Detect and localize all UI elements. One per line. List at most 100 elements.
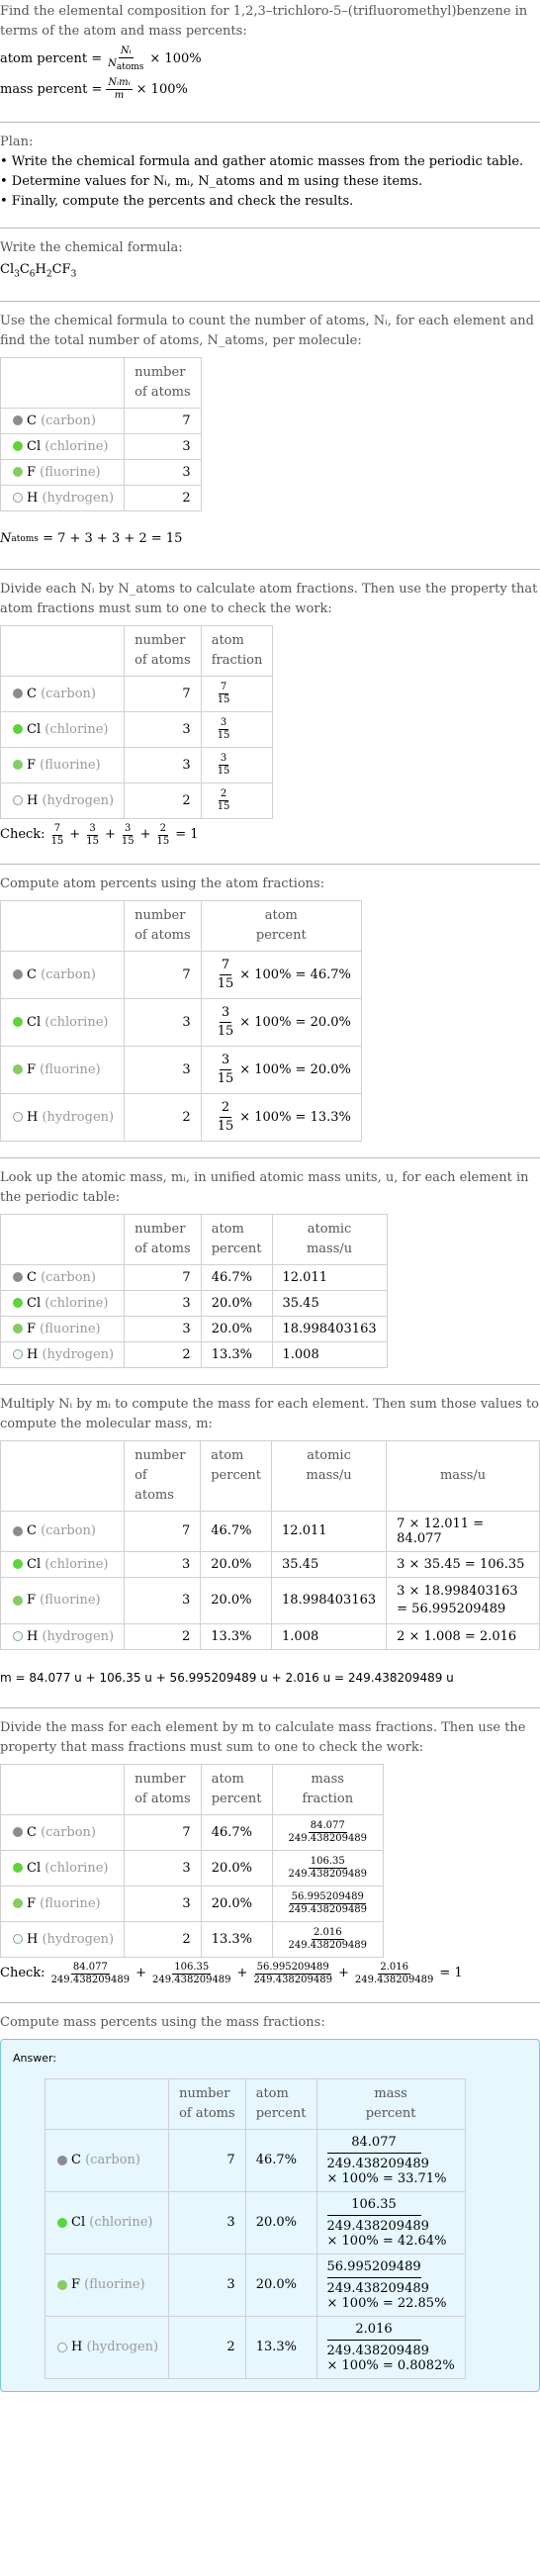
element-cell: Cl (chlorine) [0,710,126,748]
atom-percent-table: number of atoms atom percent C (carbon) 7 7 15 ×… [0,899,362,1142]
atom-percent-section: Compute atom percents using the atom fra… [0,865,540,1158]
atom-count: 2 [124,1340,202,1368]
element-cell: H (hydrogen) [0,1092,126,1142]
atom-percent: 46.7% [200,1813,273,1851]
mass-percent-result: × 100% = 0.8082% [326,2357,455,2373]
element-symbol: C [27,1269,37,1285]
header-atomic-mass: atomic mass/u [271,1213,388,1265]
mass-percent-formula: mass percent = Nᵢmᵢ m × 100% [0,77,540,102]
table-row: Cl (chlorine) 3 20.0% 106.35 249.438209489 × … [44,2190,466,2254]
element-cell: C (carbon) [0,675,126,712]
atom-fraction-value: 3 15 [216,717,232,742]
check-fraction: 106.35 249.438209489 [150,1962,233,1986]
table-row: Cl (chlorine) 3 [0,432,202,460]
mass-fraction-value: 106.35 249.438209489 [287,1856,370,1881]
check-fraction: 84.077 249.438209489 [49,1962,133,1986]
element-name: (carbon) [41,686,97,701]
formula-symbol: Cl [0,262,15,277]
molecular-mass-table: number of atoms atom percent atomic mass/u mas… [0,1439,540,1650]
mass-fraction-check: Check: 84.077 249.438209489 +106.35 249.4382… [0,1962,540,1986]
table-row: H (hydrogen) 2 13.3% 2.016 249.438209489 × 10… [44,2315,466,2379]
element-symbol: C [27,686,37,701]
element-color-dot [13,795,23,806]
element-color-dot [13,1112,23,1123]
times-100: × 100% [135,81,188,97]
atomic-mass-intro: Look up the atomic mass, mᵢ, in unified … [0,1169,529,1205]
element-name: (chlorine) [45,1295,109,1311]
count-atoms-section: Use the chemical formula to count the nu… [0,302,540,570]
count-intro: Use the chemical formula to count the nu… [0,313,534,348]
total-atoms-value: = 7 + 3 + 3 + 2 = 15 [43,530,183,546]
atom-count: 2 [124,782,202,819]
element-symbol: F [27,1321,37,1336]
atomic-mass-table: number of atoms atom percent atomic mass/u C (… [0,1213,388,1368]
mass-fraction-value: 84.077 249.438209489 [287,1820,370,1845]
mass-fraction-table: number of atoms atom percent mass fraction C (… [0,1763,385,1958]
check-result: = 1 [439,1966,463,1981]
atomic-mass: 12.011 [271,1263,388,1291]
atom-percent: 20.0% [200,1885,273,1922]
element-symbol: F [27,757,37,773]
element-color-dot [13,760,23,771]
fraction-denominator: 249.438209489 [288,1903,368,1915]
element-color-dot [13,1631,23,1642]
element-cell: F (fluorine) [44,2253,170,2317]
element-color-dot [13,441,23,452]
element-color-dot [13,1349,23,1360]
element-cell: F (fluorine) [0,1045,126,1094]
atom-count: 7 [124,1813,202,1851]
fraction-denominator: 15 [50,835,64,847]
n-symbol: N [0,530,12,546]
atom-count: 3 [124,1885,202,1922]
element-color-dot [13,1064,23,1075]
atom-fraction: 7 15 [200,675,274,712]
atom-percent: 13.3% [244,2315,317,2379]
element-cell: Cl (chlorine) [0,997,126,1047]
fraction-denominator: 249.438209489 [253,1974,332,1985]
mass-denominator: 249.438209489 [326,2280,429,2296]
table-row: Cl (chlorine) 3 3 15 × 100% = 20.0% [0,997,362,1047]
atom-fraction: 3 15 [200,746,274,783]
atom-percent-result: × 100% = 20.0% [239,1014,351,1030]
header-row: number of atoms atom percent mass percent [44,2077,466,2130]
element-color-dot [13,493,23,504]
count-table: number of atoms C (carbon) 7 Cl (chlorine) 3 F… [0,356,202,511]
atom-count: 7 [124,950,202,999]
plus-sign: + [104,827,116,843]
element-symbol: H [27,792,39,808]
element-color-dot [13,415,23,426]
atom-count: 3 [124,997,202,1047]
atom-percent: 20.0% [244,2190,317,2254]
element-color-dot [13,1898,23,1909]
table-row: C (carbon) 7 7 15 × 100% = 46.7% [0,950,362,999]
mass-fraction: 106.35 249.438209489 [271,1849,385,1886]
element-cell: F (fluorine) [0,1576,126,1624]
element-cell: F (fluorine) [0,1315,126,1342]
element-color-dot [13,1324,23,1334]
molecular-mass-equation: m = 84.077 u + 106.35 u + 56.995209489 u… [0,1670,454,1685]
element-symbol: F [27,1593,37,1609]
mass-denominator: 249.438209489 [326,2343,429,2358]
element-symbol: H [27,1346,39,1362]
atom-count: 3 [168,2190,246,2254]
element-cell: H (hydrogen) [0,484,126,511]
header-number-of-atoms: number of atoms [168,2077,246,2130]
fraction-denominator: 249.438209489 [288,1939,368,1951]
atom-count: 3 [124,1550,202,1578]
atom-fraction: 2 15 [200,782,274,819]
atom-count: 3 [124,746,202,783]
element-mass: 7 × 12.011 = 84.077 [386,1510,540,1552]
mass-fraction: 84.077 249.438209489 [271,1813,385,1851]
mass-percent-label: mass percent = [0,81,103,97]
table-row: C (carbon) 7 46.7% 84.077 249.438209489 × 100… [44,2128,466,2192]
header-atom-percent: atom percent [200,1763,273,1815]
element-name: (chlorine) [45,1014,109,1030]
header-mass: mass/u [386,1439,540,1512]
mass-numerator: 56.995209489 [326,2259,421,2278]
atom-fraction-value: 2 15 [216,788,232,813]
table-row: H (hydrogen) 2 13.3% 1.008 [0,1340,388,1368]
header-row: number of atoms atom percent atomic mass/u [0,1213,388,1265]
atom-count: 2 [124,484,202,511]
header-row: number of atoms atom percent mass fraction [0,1763,385,1815]
fraction-denominator: 15 [217,1118,234,1134]
